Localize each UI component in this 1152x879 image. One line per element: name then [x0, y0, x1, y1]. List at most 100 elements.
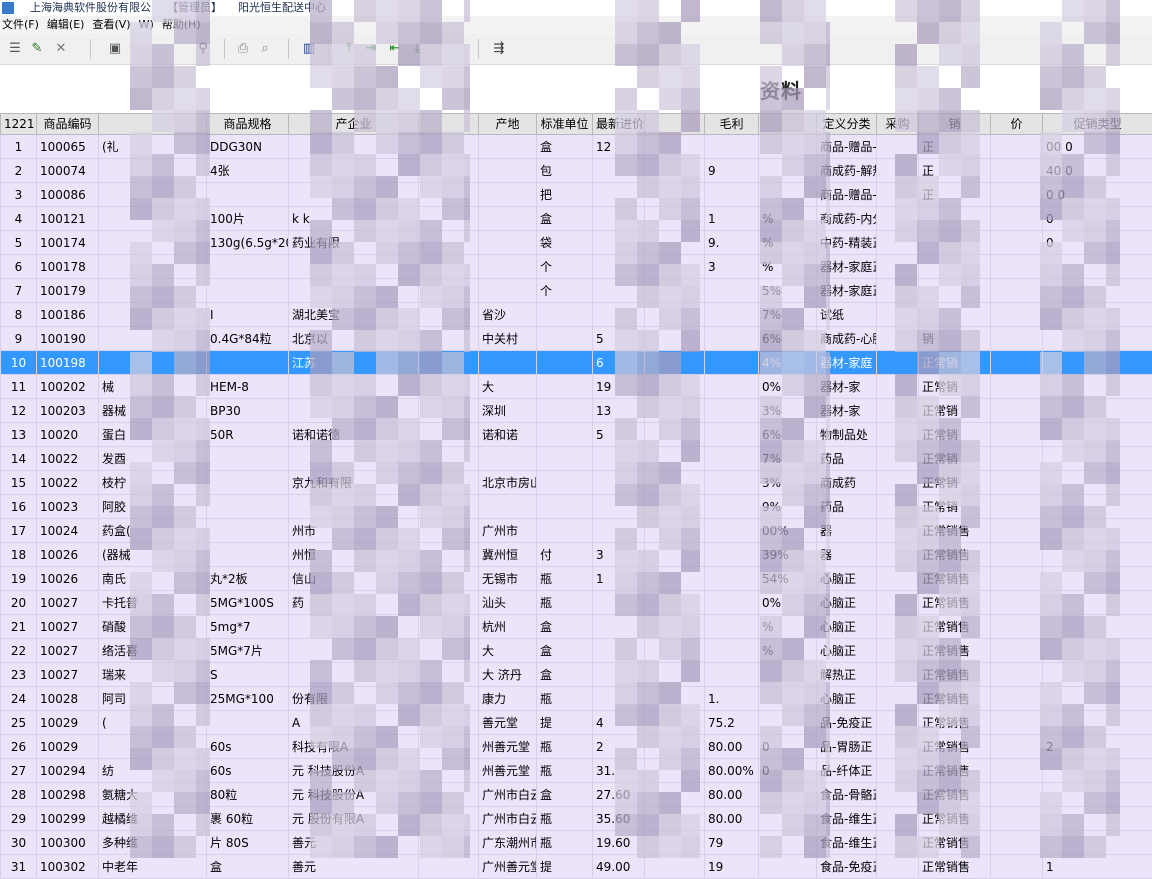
cell-n: 3 — [1, 183, 37, 207]
cell-col-15 — [991, 735, 1043, 759]
cell-status: 正常销售 — [919, 831, 991, 855]
cell-price — [593, 183, 645, 207]
prev-icon[interactable]: ⇥ — [362, 41, 380, 57]
preview-icon[interactable]: ⌕ — [256, 41, 274, 57]
cell-col-15 — [991, 327, 1043, 351]
cell-extra: 0 — [1043, 207, 1152, 231]
delete-icon[interactable]: ✕ — [52, 41, 70, 57]
table-row[interactable]: 28100298氨糖大80粒元 科技股份A广州市白云盒27.6080.00食品-… — [1, 783, 1152, 807]
table-row[interactable]: 1610023阿胶9%药品正常销 — [1, 495, 1152, 519]
cell-n: 9 — [1, 327, 37, 351]
cell-col-5 — [419, 711, 479, 735]
cell-rate: 4% — [759, 351, 817, 375]
cell-price — [593, 231, 645, 255]
table-row[interactable]: 8100186I湖北美宝省沙7%试纸 — [1, 303, 1152, 327]
cell-col-13 — [877, 207, 919, 231]
table-row[interactable]: 2310027瑞来S大 济丹盒解热正正常销售 — [1, 663, 1152, 687]
cell-cat: 商成药-内分正常 — [817, 207, 877, 231]
cell-spec: 盒 — [207, 855, 289, 879]
col-9[interactable] — [645, 114, 705, 135]
cell-n: 30 — [1, 831, 37, 855]
cell-n: 11 — [1, 375, 37, 399]
table-row[interactable]: 261002960s科技有限A州善元堂瓶280.000品-胃肠正正常销售2 — [1, 735, 1152, 759]
menu-edit[interactable]: 编辑(E) — [47, 18, 85, 31]
export-icon[interactable]: ⇶ — [490, 41, 508, 57]
cell-col-13 — [877, 183, 919, 207]
table-row[interactable]: 31100302中老年盒善元广州善元堂提49.0019食品-免疫正正常销售1 — [1, 855, 1152, 879]
cell-mfr: 元 股份有限A — [289, 807, 419, 831]
col-manufacturer[interactable]: 产企业 — [289, 114, 419, 135]
cell-name: 瑞来 — [99, 663, 207, 687]
col-spec[interactable]: 商品规格 — [207, 114, 289, 135]
col-unit[interactable]: 标准单位 — [537, 114, 593, 135]
cell-n: 14 — [1, 447, 37, 471]
table-row[interactable]: 91001900.4G*84粒北京以中关村56%商成药-心脑销 — [1, 327, 1152, 351]
cell-code: 10023 — [37, 495, 99, 519]
cell-code: 10029 — [37, 735, 99, 759]
col-11[interactable] — [759, 114, 817, 135]
col-margin[interactable]: 毛利 — [705, 114, 759, 135]
table-row[interactable]: 30100300多种维片 80S善元广东潮州市瓶19.6079食品-维生正正常销… — [1, 831, 1152, 855]
table-row[interactable]: 1810026(器械州恒冀州恒付339%器正常销售 — [1, 543, 1152, 567]
cell-price — [593, 279, 645, 303]
menu-help[interactable]: 帮助(H) — [162, 18, 201, 31]
table-row[interactable]: 1910026南氏丸*2板信山无锡市瓶154%心脑正正常销售 — [1, 567, 1152, 591]
table-row[interactable]: 12100203器械BP30深圳133%器材-家正常销 — [1, 399, 1152, 423]
cell-unit: 瓶 — [537, 591, 593, 615]
table-row[interactable]: 1710024药盒(州市广州市00%器正常销售 — [1, 519, 1152, 543]
cell-mfr: 元 科技股份A — [289, 783, 419, 807]
first-icon[interactable]: ⤒ — [340, 41, 358, 57]
list-icon[interactable]: ☰ — [6, 41, 24, 57]
table-row[interactable]: 4100121100片k k盒1%商成药-内分正常0 — [1, 207, 1152, 231]
edit-icon[interactable]: ✎ — [28, 41, 46, 57]
cell-unit — [537, 399, 593, 423]
cell-cat: 食品-骨骼正 — [817, 783, 877, 807]
last-icon[interactable]: ⤓ — [408, 41, 426, 57]
menu-file[interactable]: 文件(F) — [2, 18, 39, 31]
table-row[interactable]: 11100202械HEM-8大190%器材-家正常销 — [1, 375, 1152, 399]
menu-window[interactable]: W) — [139, 18, 154, 31]
cell-unit: 瓶 — [537, 807, 593, 831]
col-name[interactable] — [99, 114, 207, 135]
table-row[interactable]: 2210027络活喜5MG*7片大盒%心脑正正常销售 — [1, 639, 1152, 663]
cell-unit: 袋 — [537, 231, 593, 255]
binoculars-icon[interactable]: ⚲ — [194, 41, 212, 57]
col-sales[interactable]: 销 — [919, 114, 991, 135]
cell-price: 13 — [593, 399, 645, 423]
col-purchase[interactable]: 采购 — [877, 114, 919, 135]
table-row[interactable]: 2410028阿司25MG*100份有限康力瓶1.心脑正正常销售 — [1, 687, 1152, 711]
cell-n: 4 — [1, 207, 37, 231]
col-latest-price[interactable]: 最新进价 — [593, 114, 645, 135]
table-row[interactable]: 2110027硝酸5mg*7杭州盒%心脑正正常销售 — [1, 615, 1152, 639]
print-icon[interactable]: ⎙ — [234, 41, 252, 57]
table-row[interactable]: 27100294纺60s元 科技股份A州善元堂瓶31.80.00%0品-纤体正正… — [1, 759, 1152, 783]
cell-margin: 79 — [705, 831, 759, 855]
col-5[interactable] — [419, 114, 479, 135]
next-icon[interactable]: ⇤ — [386, 41, 404, 57]
table-row[interactable]: 1510022枝柠京九和有限北京市房山3%商成药正常销 — [1, 471, 1152, 495]
table-row[interactable]: 10100198江苏64%器材-家庭正常销 — [1, 351, 1152, 375]
chart-icon[interactable]: ▥ — [300, 41, 318, 57]
table-row[interactable]: 2510029(A善元堂提475.2品-免疫正正常销售 — [1, 711, 1152, 735]
table-row[interactable]: 5100174130g(6.5g*20药业有限袋9.%中药-精装正常0 — [1, 231, 1152, 255]
col-price[interactable]: 价 — [991, 114, 1043, 135]
col-category[interactable]: 定义分类 — [817, 114, 877, 135]
table-row[interactable]: 1310020蛋白50R诺和诺德诺和诺56%物制品处正常销 — [1, 423, 1152, 447]
cell-spec: 50R — [207, 423, 289, 447]
table-row[interactable]: 1100065(礼DDG30N盒12商品-赠品-正常正00 0 — [1, 135, 1152, 159]
table-row[interactable]: 29100299越橘维裹 60粒元 股份有限A广州市白云瓶35.6080.00食… — [1, 807, 1152, 831]
col-promo-type[interactable]: 促销类型 — [1043, 114, 1152, 135]
table-row[interactable]: 6100178个3%器材-家庭正 — [1, 255, 1152, 279]
cell-col-15 — [991, 183, 1043, 207]
table-row[interactable]: 1410022发酉7%药品正常销 — [1, 447, 1152, 471]
cell-col-5 — [419, 495, 479, 519]
table-row[interactable]: 3100086把商品-赠品-正常正0 0 — [1, 183, 1152, 207]
table-row[interactable]: 7100179个5%器材-家庭正 — [1, 279, 1152, 303]
save-icon[interactable]: ▣ — [106, 41, 124, 57]
col-count[interactable]: 1221 — [1, 114, 37, 135]
table-row[interactable]: 2010027卡托普5MG*100S药汕头瓶0%心脑正正常销售 — [1, 591, 1152, 615]
table-row[interactable]: 21000744张包9商成药-解热正常正40 0 — [1, 159, 1152, 183]
col-code[interactable]: 商品编码 — [37, 114, 99, 135]
menu-view[interactable]: 查看(V) — [92, 18, 130, 31]
col-origin[interactable]: 产地 — [479, 114, 537, 135]
